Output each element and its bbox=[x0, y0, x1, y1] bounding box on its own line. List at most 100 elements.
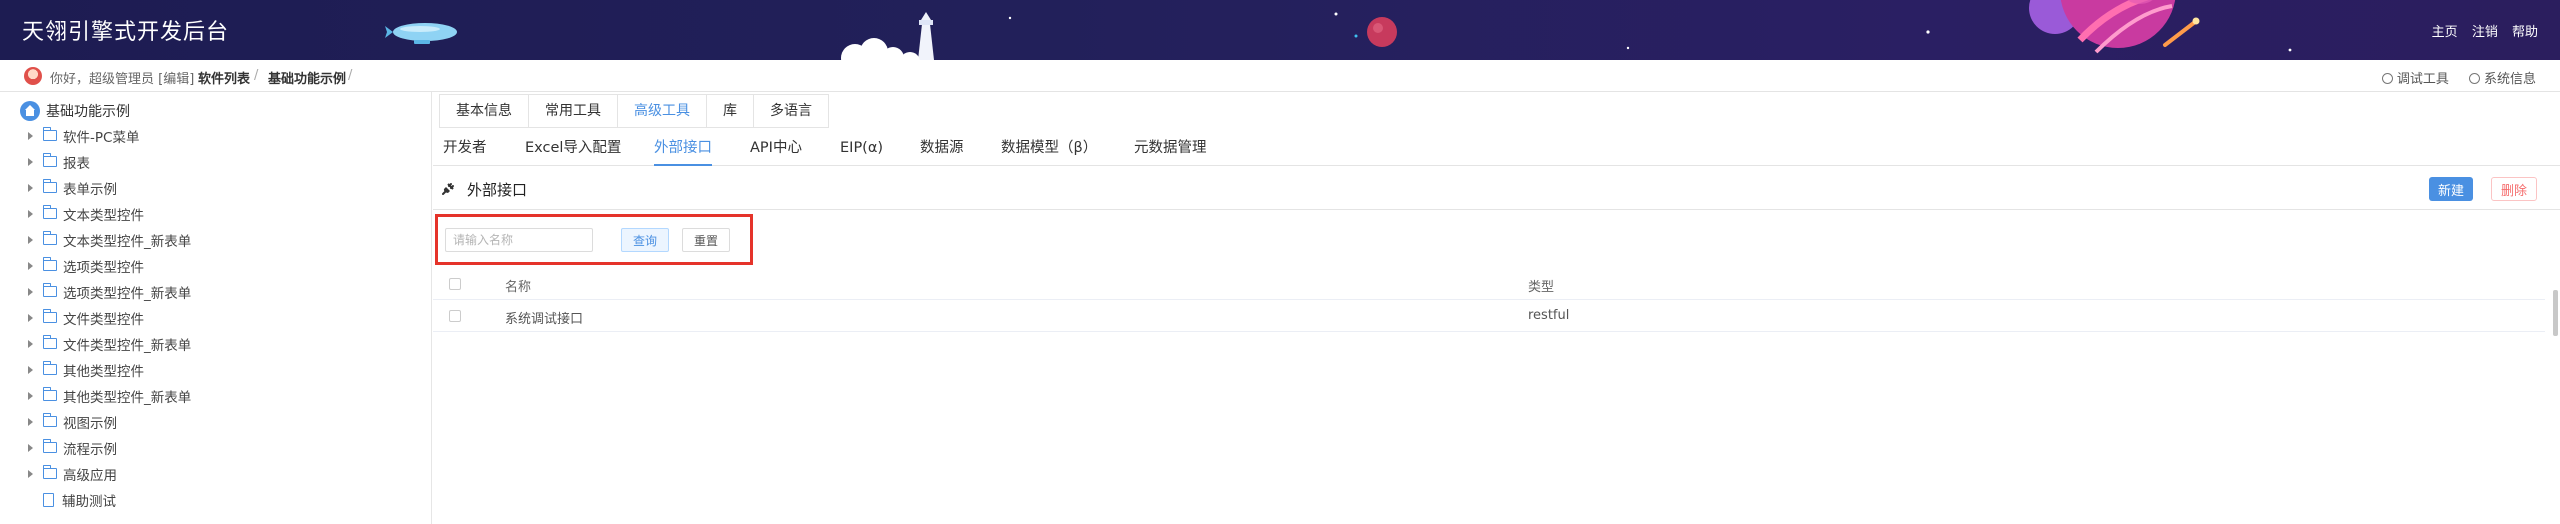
tree-item[interactable]: 选项类型控件_新表单 bbox=[28, 281, 191, 303]
breadcrumb-bar: 你好，超级管理员 [编辑] 软件列表 / 基础功能示例 / 调试工具 系统信息 bbox=[0, 60, 2560, 92]
caret-right-icon[interactable] bbox=[28, 470, 33, 478]
user-greeting[interactable]: 你好，超级管理员 [编辑] bbox=[50, 68, 194, 87]
tree-item[interactable]: 选项类型控件 bbox=[28, 255, 144, 277]
sub-tabs: 开发者 Excel导入配置 外部接口 API中心 EIP(α) 数据源 数据模型… bbox=[433, 132, 2560, 166]
top-header: 天翎引擎式开发后台 主页 注销 帮助 bbox=[0, 0, 2560, 60]
tree-item-label: 辅助测试 bbox=[62, 494, 116, 510]
help-link[interactable]: 帮助 bbox=[2512, 25, 2538, 40]
subtab-metadata[interactable]: 元数据管理 bbox=[1134, 132, 1207, 164]
subtab-data-model[interactable]: 数据模型（β） bbox=[1001, 132, 1097, 164]
caret-right-icon[interactable] bbox=[28, 236, 33, 244]
tree-item[interactable]: 辅助测试 bbox=[28, 489, 116, 511]
caret-right-icon[interactable] bbox=[28, 210, 33, 218]
subtab-datasource[interactable]: 数据源 bbox=[920, 132, 964, 164]
tree-item-label: 高级应用 bbox=[63, 468, 117, 484]
cell-name[interactable]: 系统调试接口 bbox=[505, 308, 583, 327]
tree-item[interactable]: 其他类型控件 bbox=[28, 359, 144, 381]
folder-icon bbox=[42, 438, 57, 453]
tree-item[interactable]: 软件-PC菜单 bbox=[28, 125, 139, 147]
debug-tools-link[interactable]: 调试工具 bbox=[2381, 72, 2449, 87]
logout-link[interactable]: 注销 bbox=[2472, 25, 2498, 40]
tree-item-label: 选项类型控件 bbox=[63, 260, 144, 276]
caret-right-icon[interactable] bbox=[28, 444, 33, 452]
gear-icon bbox=[2468, 73, 2480, 84]
tree-item-label: 文件类型控件 bbox=[63, 312, 144, 328]
subtab-eip[interactable]: EIP(α) bbox=[840, 132, 883, 164]
reset-button[interactable]: 重置 bbox=[682, 228, 730, 252]
airship-illustration bbox=[385, 23, 457, 44]
tree-root-label: 基础功能示例 bbox=[46, 104, 130, 120]
breadcrumb-software-list[interactable]: 软件列表 bbox=[198, 68, 250, 87]
breadcrumb-separator: / bbox=[348, 68, 353, 83]
tree-item-label: 文本类型控件_新表单 bbox=[63, 234, 192, 250]
tree-item-label: 软件-PC菜单 bbox=[63, 130, 140, 146]
tree-item-label: 选项类型控件_新表单 bbox=[63, 286, 192, 302]
tree-item[interactable]: 流程示例 bbox=[28, 437, 117, 459]
search-area-highlight: 查询 重置 bbox=[435, 214, 753, 265]
main-panel: 基本信息 常用工具 高级工具 库 多语言 开发者 Excel导入配置 外部接口 … bbox=[433, 92, 2560, 524]
avatar bbox=[24, 67, 42, 85]
folder-icon bbox=[42, 360, 57, 375]
row-checkbox[interactable] bbox=[449, 310, 461, 322]
home-link[interactable]: 主页 bbox=[2432, 25, 2458, 40]
tree-item[interactable]: 文本类型控件_新表单 bbox=[28, 229, 191, 251]
tree-item[interactable]: 报表 bbox=[28, 151, 90, 173]
caret-right-icon[interactable] bbox=[28, 340, 33, 348]
folder-icon bbox=[42, 126, 57, 141]
tree-item[interactable]: 文件类型控件_新表单 bbox=[28, 333, 191, 355]
tree-item[interactable]: 文本类型控件 bbox=[28, 203, 144, 225]
delete-button[interactable]: 删除 bbox=[2491, 177, 2537, 201]
tree-item[interactable]: 其他类型控件_新表单 bbox=[28, 385, 191, 407]
caret-right-icon[interactable] bbox=[28, 132, 33, 140]
column-header-name[interactable]: 名称 bbox=[505, 276, 531, 295]
breadcrumb-basic-demo[interactable]: 基础功能示例 bbox=[268, 68, 346, 87]
comet-illustration bbox=[2163, 17, 2200, 47]
tree-item-label: 视图示例 bbox=[63, 416, 117, 432]
tree-item-label: 文本类型控件 bbox=[63, 208, 144, 224]
folder-icon bbox=[42, 152, 57, 167]
caret-right-icon[interactable] bbox=[28, 418, 33, 426]
new-button[interactable]: 新建 bbox=[2429, 177, 2473, 201]
tree-root[interactable]: 基础功能示例 bbox=[20, 100, 130, 122]
tab-library[interactable]: 库 bbox=[707, 95, 754, 127]
tab-advanced-tools[interactable]: 高级工具 bbox=[618, 95, 707, 127]
column-header-type[interactable]: 类型 bbox=[1528, 276, 1554, 295]
folder-icon bbox=[42, 386, 57, 401]
section-header: 外部接口 新建 删除 bbox=[433, 166, 2560, 210]
subtab-external-interface[interactable]: 外部接口 bbox=[654, 132, 712, 166]
subtab-excel-import[interactable]: Excel导入配置 bbox=[525, 132, 621, 164]
name-search-input[interactable] bbox=[445, 228, 593, 252]
caret-right-icon[interactable] bbox=[28, 366, 33, 374]
caret-right-icon[interactable] bbox=[28, 158, 33, 166]
tree-item[interactable]: 表单示例 bbox=[28, 177, 117, 199]
tree-item[interactable]: 视图示例 bbox=[28, 411, 117, 433]
interface-table: 名称 类型 系统调试接口 restful bbox=[433, 268, 2545, 332]
caret-right-icon[interactable] bbox=[28, 262, 33, 270]
query-button[interactable]: 查询 bbox=[621, 228, 669, 252]
tree-item-label: 流程示例 bbox=[63, 442, 117, 458]
header-decoration bbox=[385, 0, 2292, 60]
caret-right-icon[interactable] bbox=[28, 184, 33, 192]
header-links: 主页 注销 帮助 bbox=[2422, 21, 2538, 40]
debug-icon bbox=[2381, 73, 2393, 84]
caret-right-icon[interactable] bbox=[28, 288, 33, 296]
plug-icon bbox=[442, 183, 454, 195]
folder-icon bbox=[42, 334, 57, 349]
folder-icon bbox=[42, 282, 57, 297]
subtab-developer[interactable]: 开发者 bbox=[443, 132, 487, 164]
scrollbar-thumb[interactable] bbox=[2553, 290, 2558, 336]
subtab-api-center[interactable]: API中心 bbox=[750, 132, 802, 164]
caret-right-icon[interactable] bbox=[28, 392, 33, 400]
caret-right-icon[interactable] bbox=[28, 314, 33, 322]
select-all-checkbox[interactable] bbox=[449, 278, 461, 290]
tree-item-label: 报表 bbox=[63, 156, 90, 172]
tree-item[interactable]: 文件类型控件 bbox=[28, 307, 144, 329]
tab-multilanguage[interactable]: 多语言 bbox=[754, 95, 828, 127]
system-info-link[interactable]: 系统信息 bbox=[2468, 72, 2536, 87]
tab-common-tools[interactable]: 常用工具 bbox=[529, 95, 618, 127]
table-row[interactable]: 系统调试接口 restful bbox=[433, 300, 2545, 332]
tab-basic-info[interactable]: 基本信息 bbox=[440, 95, 529, 127]
system-tools: 调试工具 系统信息 bbox=[2366, 68, 2536, 87]
breadcrumb-separator: / bbox=[254, 68, 259, 83]
tree-item[interactable]: 高级应用 bbox=[28, 463, 117, 485]
